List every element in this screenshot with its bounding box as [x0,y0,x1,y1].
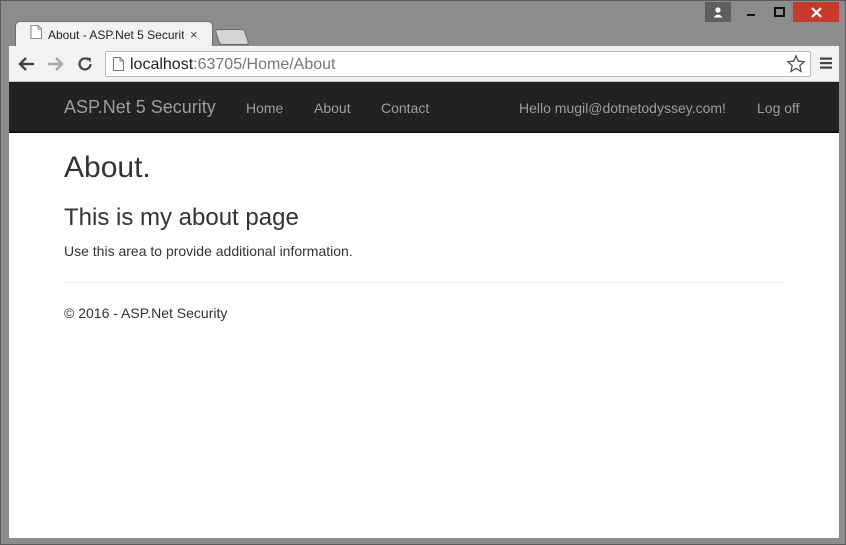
url-host: localhost [130,56,194,73]
nav-link-home[interactable]: Home [246,100,283,116]
browser-tab[interactable]: About - ASP.Net 5 Securit × [15,21,213,47]
user-greeting-link[interactable]: Hello mugil@dotnetodyssey.com! [519,100,726,116]
page-icon [113,57,124,76]
document-icon [30,25,42,44]
site-brand-link[interactable]: ASP.Net 5 Security [64,97,216,118]
url-path: :63705/Home/About [193,56,336,73]
bookmark-star-icon[interactable] [786,54,806,79]
window-controls [705,2,839,22]
maximize-button[interactable] [765,2,793,22]
back-arrow-icon[interactable] [17,54,37,74]
reload-icon[interactable] [75,54,95,74]
menu-icon[interactable] [819,56,833,75]
page-footer: © 2016 - ASP.Net Security [64,305,228,321]
page-viewport: ASP.Net 5 Security Home About Contact He… [9,82,839,538]
user-icon[interactable] [705,2,731,22]
nav-link-about[interactable]: About [314,100,351,116]
page-description: Use this area to provide additional info… [64,243,353,259]
tab-title: About - ASP.Net 5 Securit [48,27,184,42]
site-navbar: ASP.Net 5 Security Home About Contact He… [9,82,839,133]
page-title: About. [64,151,151,184]
close-window-button[interactable] [793,2,839,22]
footer-divider [64,282,784,283]
forward-arrow-icon[interactable] [45,54,65,74]
browser-window: About - ASP.Net 5 Securit × localhost:63… [0,0,846,545]
tab-close-icon[interactable]: × [190,28,198,41]
url-text: localhost:63705/Home/About [130,56,335,74]
logoff-link[interactable]: Log off [757,100,800,116]
minimize-button[interactable] [737,2,765,22]
browser-toolbar: localhost:63705/Home/About [9,46,839,82]
page-subtitle: This is my about page [64,204,299,231]
address-bar[interactable]: localhost:63705/Home/About [105,51,811,77]
nav-link-contact[interactable]: Contact [381,100,429,116]
new-tab-button[interactable] [214,29,250,45]
